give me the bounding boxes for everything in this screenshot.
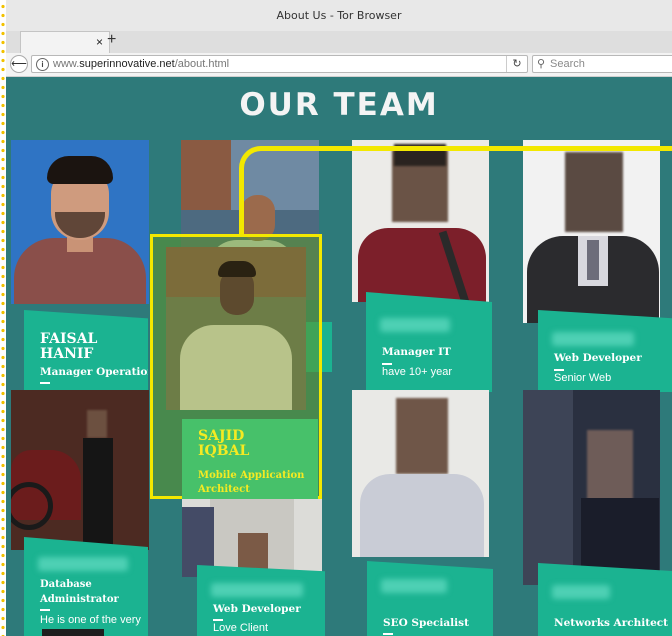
member-photo-dba bbox=[11, 390, 149, 550]
drag-highlight-sajid[interactable]: SAJID IQBAL Mobile Application Architect bbox=[150, 234, 322, 499]
member-card-webdev1[interactable]: Web Developer Senior Web bbox=[538, 310, 672, 392]
pixelated-face bbox=[87, 410, 107, 438]
window-title: About Us - Tor Browser bbox=[276, 9, 402, 22]
navigation-toolbar: ⟵ i www.superinnovative.net/about.html ↻… bbox=[6, 53, 672, 77]
member-desc: He is one of the very bbox=[40, 614, 141, 626]
member-card-manager-it[interactable]: Manager IT have 10+ year bbox=[366, 292, 492, 392]
pixelated-face bbox=[396, 398, 448, 474]
member-role: Web Developer bbox=[213, 603, 301, 615]
member-desc: Senior Web bbox=[554, 372, 612, 384]
member-role: Manager IT bbox=[382, 346, 451, 358]
page-title: OUR TEAM bbox=[239, 87, 439, 123]
member-card-network[interactable]: Networks Architect bbox=[538, 563, 672, 636]
site-info-icon[interactable]: i bbox=[36, 58, 49, 71]
search-input[interactable] bbox=[550, 57, 670, 71]
url-path: /about.html bbox=[174, 58, 230, 70]
redacted-name bbox=[552, 585, 610, 599]
page-content: OUR TEAM FAISAL HANIF Manager Operation W… bbox=[6, 77, 672, 636]
member-role: Networks Architect bbox=[554, 617, 669, 629]
reload-icon[interactable]: ↻ bbox=[506, 56, 527, 72]
member-desc: Love Client bbox=[213, 622, 269, 634]
member-photo-network bbox=[523, 390, 660, 585]
redacted-name bbox=[38, 557, 128, 571]
member-card-webdev2[interactable]: Web Developer Love Client bbox=[197, 565, 325, 636]
card-divider bbox=[383, 633, 393, 635]
member-role: Web Developer bbox=[554, 352, 642, 364]
person-jacket bbox=[180, 325, 292, 410]
close-tab-icon[interactable]: × bbox=[96, 35, 103, 49]
url-domain: superinnovative.net bbox=[79, 58, 175, 70]
window-titlebar: About Us - Tor Browser bbox=[6, 0, 672, 32]
card-divider bbox=[554, 369, 564, 371]
tab-strip: × + bbox=[6, 31, 672, 54]
person-hair bbox=[218, 261, 256, 277]
member-photo-webdev2 bbox=[182, 497, 322, 577]
photo-building bbox=[181, 140, 231, 210]
new-tab-button[interactable]: + bbox=[107, 31, 116, 49]
search-icon: ⚲ bbox=[537, 58, 546, 70]
member-role: Mobile Application Architect bbox=[198, 470, 305, 495]
member-role: Database Administrator bbox=[40, 579, 119, 605]
member-role: SEO Specialist bbox=[383, 617, 469, 629]
card-divider bbox=[382, 363, 392, 365]
member-card-seo[interactable]: SEO Specialist bbox=[367, 561, 493, 636]
person-shirt bbox=[360, 474, 484, 557]
person-jacket bbox=[358, 228, 486, 302]
pixelated-face bbox=[587, 430, 633, 500]
car-wheel bbox=[11, 482, 53, 530]
card-divider bbox=[40, 382, 50, 384]
card-divider bbox=[213, 619, 223, 621]
member-name: SAJID IQBAL bbox=[198, 428, 250, 459]
member-name: FAISAL HANIF bbox=[40, 331, 98, 362]
search-box[interactable]: ⚲ bbox=[532, 55, 672, 73]
drag-photo-sajid bbox=[166, 247, 306, 410]
card-divider bbox=[40, 609, 50, 611]
person-hair bbox=[47, 156, 113, 184]
redaction-box bbox=[42, 629, 104, 636]
member-desc: have 10+ year bbox=[382, 366, 453, 378]
member-role: Manager Operation bbox=[40, 366, 148, 378]
url-prefix: www. bbox=[53, 58, 80, 70]
member-card-dba[interactable]: Database Administrator He is one of the … bbox=[24, 537, 148, 636]
redacted-name bbox=[552, 332, 634, 346]
person-tie bbox=[587, 240, 599, 280]
drag-card-sajid: SAJID IQBAL Mobile Application Architect bbox=[182, 419, 318, 499]
member-card-faisal[interactable]: FAISAL HANIF Manager Operation bbox=[24, 310, 148, 394]
redacted-name bbox=[211, 583, 303, 597]
redacted-name bbox=[380, 318, 450, 332]
server-rack bbox=[523, 390, 573, 585]
member-photo-seo bbox=[352, 390, 489, 557]
member-photo-faisal bbox=[11, 140, 149, 304]
highlight-connector bbox=[239, 146, 672, 236]
person-suit bbox=[83, 438, 113, 550]
redacted-name bbox=[381, 579, 447, 593]
url-bar[interactable]: i www.superinnovative.net/about.html ↻ bbox=[31, 55, 528, 73]
url-text[interactable]: www.superinnovative.net/about.html bbox=[53, 58, 229, 70]
back-button[interactable]: ⟵ bbox=[10, 55, 28, 73]
tab-about-us[interactable]: × bbox=[20, 31, 110, 53]
